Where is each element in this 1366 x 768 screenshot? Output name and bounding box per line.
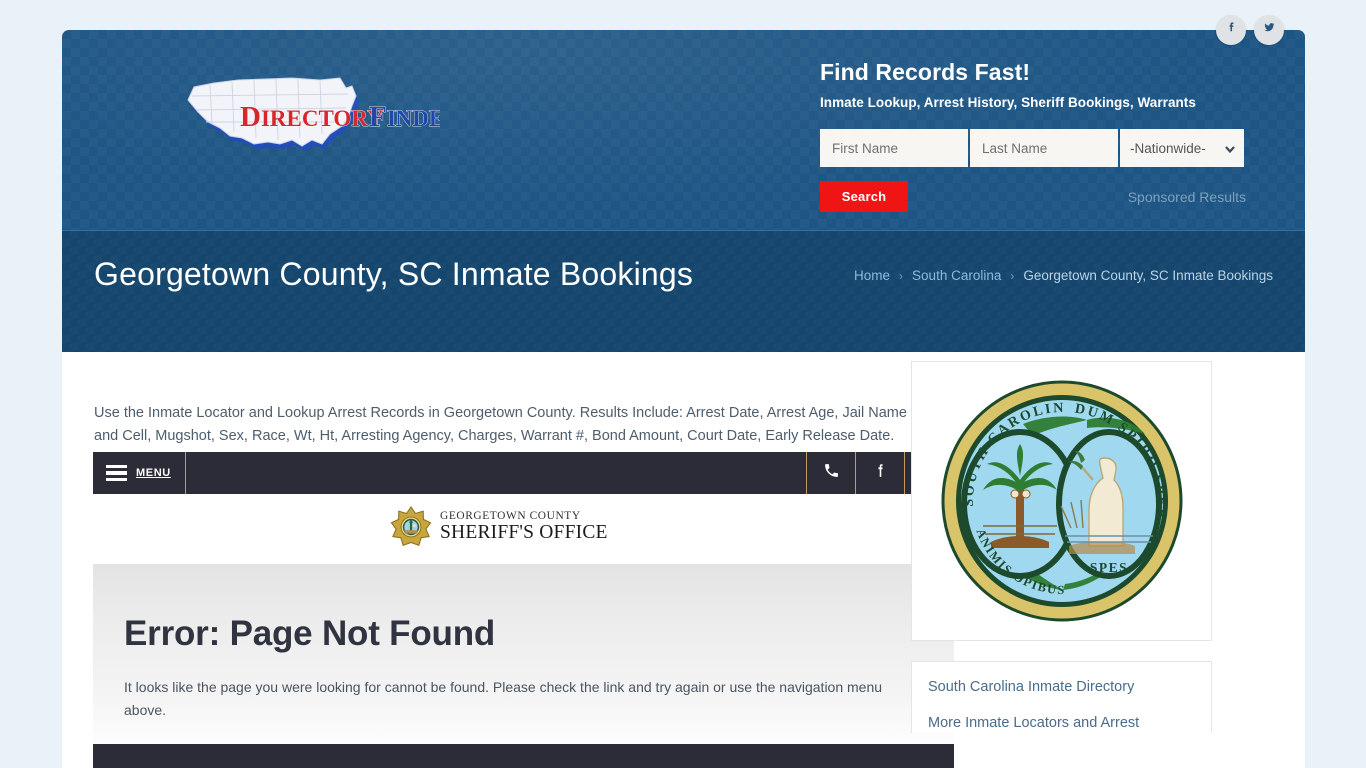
sheriff-logo-line1: GEORGETOWN COUNTY [440, 510, 581, 523]
directory-finder-logo-icon: DIRECTORY FINDER [187, 77, 440, 151]
breadcrumb-separator-icon: › [899, 268, 904, 283]
sheriff-badge-icon [390, 506, 432, 547]
sidebar-link-sc-inmate-directory[interactable]: South Carolina Inmate Directory [928, 678, 1195, 698]
error-title: Error: Page Not Found [124, 614, 496, 653]
twitter-social-button[interactable] [1254, 15, 1284, 45]
page-title-band: Georgetown County, SC Inmate Bookings [62, 230, 1305, 352]
breadcrumb-home[interactable]: Home [854, 268, 890, 283]
facebook-icon [872, 462, 889, 484]
menu-label: MENU [136, 467, 171, 479]
seal-spes-text: SPES [1089, 560, 1127, 575]
phone-button[interactable] [807, 452, 856, 494]
nav-spacer [186, 452, 807, 494]
search-button[interactable]: Search [820, 181, 908, 213]
facebook-icon [1224, 20, 1239, 40]
page-root: DIRECTORY FINDER Find Records Fast! Inma… [0, 0, 1366, 768]
sidebar-links: South Carolina Inmate Directory More Inm… [911, 661, 1212, 734]
embedded-site-nav: MENU [93, 452, 954, 494]
header-subtitle: Inmate Lookup, Arrest History, Sheriff B… [820, 95, 1196, 111]
sheriff-logo-text: GEORGETOWN COUNTY SHERIFF'S OFFICE [440, 510, 608, 544]
error-panel: Error: Page Not Found It looks like the … [93, 564, 954, 744]
first-name-input[interactable] [820, 129, 968, 168]
last-name-input[interactable] [970, 129, 1118, 168]
facebook-social-button[interactable] [1216, 15, 1246, 45]
site-logo[interactable]: DIRECTORY FINDER [140, 68, 440, 158]
twitter-icon [1262, 20, 1277, 40]
breadcrumb-state[interactable]: South Carolina [912, 268, 1001, 283]
logo-text-directory: DIRECTORY [240, 101, 384, 133]
menu-button[interactable]: MENU [93, 452, 186, 494]
site-header: DIRECTORY FINDER Find Records Fast! Inma… [62, 30, 1305, 230]
social-buttons [1216, 15, 1284, 45]
sidebar-link-more-inmate-locators[interactable]: More Inmate Locators and Arrest [928, 714, 1195, 734]
sidebar: SOUTH CAROLINA ANIMIS OPIBUSQUE PARATI D… [911, 361, 1212, 749]
breadcrumb-current: Georgetown County, SC Inmate Bookings [1023, 268, 1273, 283]
state-seal-card: SOUTH CAROLINA ANIMIS OPIBUSQUE PARATI D… [911, 361, 1212, 641]
breadcrumb-separator-icon: › [1010, 268, 1015, 283]
hamburger-icon [106, 464, 127, 482]
error-body: It looks like the page you were looking … [124, 679, 883, 719]
header-title: Find Records Fast! [820, 59, 1031, 85]
south-carolina-state-seal-icon: SOUTH CAROLINA ANIMIS OPIBUSQUE PARATI D… [937, 376, 1182, 622]
facebook-button[interactable] [856, 452, 905, 494]
search-form: -Nationwide- [820, 129, 1250, 168]
page-title: Georgetown County, SC Inmate Bookings [94, 256, 694, 292]
breadcrumb: Home › South Carolina › Georgetown Count… [854, 268, 1273, 283]
sheriff-office-logo[interactable]: GEORGETOWN COUNTY SHERIFF'S OFFICE [390, 504, 630, 550]
state-select-wrapper: -Nationwide- [1120, 129, 1244, 168]
header-search-block: Find Records Fast! Inmate Lookup, Arrest… [820, 59, 1250, 213]
state-select[interactable]: -Nationwide- [1120, 129, 1244, 168]
embedded-footer-strip [93, 744, 954, 768]
logo-text-finder: FINDER [369, 101, 440, 133]
phone-icon [823, 462, 840, 484]
intro-paragraph: Use the Inmate Locator and Lookup Arrest… [94, 405, 907, 444]
sponsored-results-label: Sponsored Results [1127, 188, 1246, 205]
search-action-row: Search Sponsored Results [820, 181, 1250, 213]
sheriff-logo-line2: SHERIFF'S OFFICE [440, 522, 608, 544]
